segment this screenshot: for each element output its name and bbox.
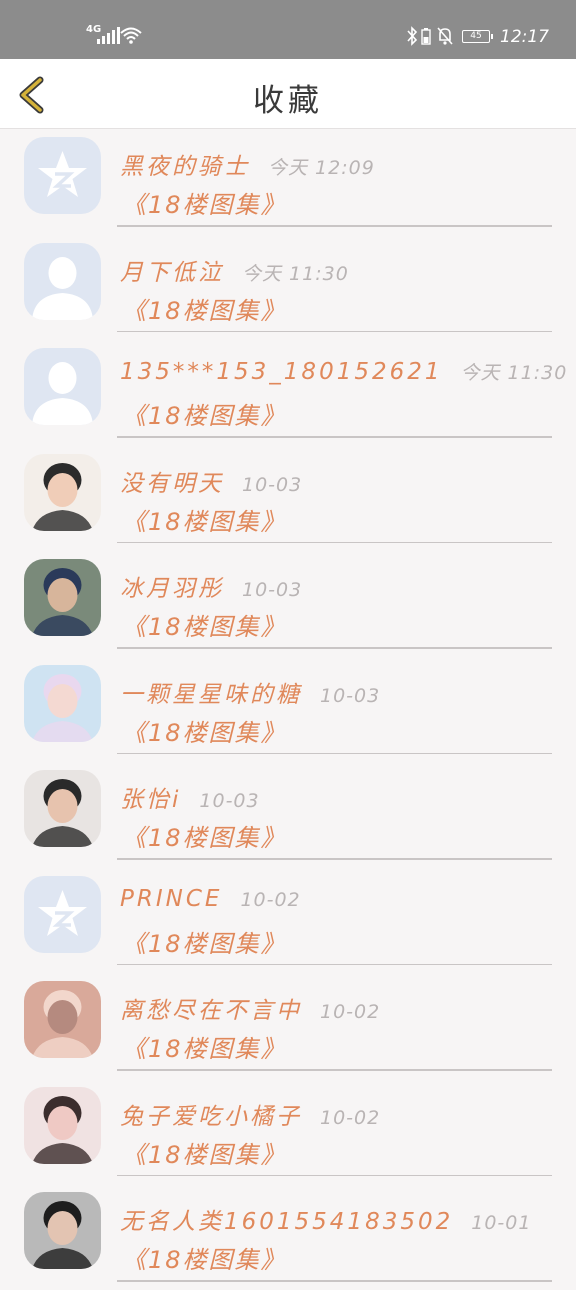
post-time: 10-03	[242, 579, 303, 601]
signal-icon	[97, 27, 120, 44]
user-name-text: PRINCE	[120, 885, 223, 912]
divider	[117, 330, 552, 332]
user-name: 冰月羽彤 10-03	[120, 569, 302, 603]
user-name: 月下低泣 今天 11:30	[120, 253, 349, 287]
source-album: 《18楼图集》	[122, 296, 287, 325]
source-album: 《18楼图集》	[122, 191, 287, 219]
user-name: 黑夜的骑士 今天 12:09	[120, 147, 375, 181]
source-album: 《18楼图集》	[122, 824, 287, 852]
divider	[117, 1280, 552, 1282]
user-name-text: 兔子爱吃小橘子	[120, 1103, 302, 1130]
page-title: 收藏	[253, 83, 323, 119]
avatar[interactable]	[24, 664, 101, 742]
post-time: 10-02	[320, 1106, 381, 1129]
status-time: 12:17	[500, 27, 549, 47]
vibrate-battery-icon	[421, 28, 431, 45]
user-name: 离愁尽在不言中 10-02	[120, 991, 380, 1025]
status-bar: 4G 45 12:17	[0, 0, 576, 59]
user-name-text: 一颗星星味的糖	[120, 681, 302, 708]
source-album: 《18楼图集》	[122, 507, 287, 536]
user-name-text: 张怡i	[120, 787, 182, 813]
top-bar: 收藏	[0, 59, 576, 129]
favorite-item[interactable]: 冰月羽彤 10-03 《18楼图集》	[0, 551, 576, 657]
divider	[117, 436, 552, 438]
post-time: 10-03	[199, 790, 260, 812]
user-name-text: 离愁尽在不言中	[120, 998, 302, 1024]
user-name: 兔子爱吃小橘子 10-02	[120, 1097, 380, 1131]
favorite-item[interactable]: 兔子爱吃小橘子 10-02 《18楼图集》	[0, 1079, 576, 1185]
divider	[117, 647, 552, 649]
source-album: 《18楼图集》	[122, 929, 287, 958]
favorites-list: 黑夜的骑士 今天 12:09 《18楼图集》 月下低泣 今天 11:30 《18楼图集》 1…	[0, 129, 576, 1290]
divider	[117, 963, 552, 965]
avatar[interactable]	[24, 559, 101, 636]
post-time: 10-01	[471, 1212, 532, 1234]
favorite-item[interactable]: 月下低泣 今天 11:30 《18楼图集》	[0, 235, 576, 341]
source-album: 《18楼图集》	[122, 613, 287, 641]
favorite-item[interactable]: PRINCE 10-02 《18楼图集》	[0, 868, 576, 974]
default-person-icon[interactable]	[24, 348, 101, 425]
avatar[interactable]	[24, 453, 101, 531]
user-name: 135***153_180152621 今天 11:30	[120, 358, 567, 385]
user-name: 一颗星星味的糖 10-03	[120, 675, 380, 709]
source-album: 《18楼图集》	[122, 1035, 287, 1063]
default-person-icon[interactable]	[24, 242, 101, 320]
user-name: 张怡i 10-03	[120, 780, 260, 814]
qzone-star-icon[interactable]	[24, 137, 101, 214]
post-time: 今天 12:09	[268, 157, 375, 179]
user-name-text: 冰月羽彤	[120, 576, 224, 602]
avatar[interactable]	[24, 1192, 101, 1269]
divider	[117, 858, 552, 860]
favorite-item[interactable]: 黑夜的骑士 今天 12:09 《18楼图集》	[0, 129, 576, 235]
user-name-text: 无名人类1601554183502	[120, 1209, 454, 1235]
user-name-text: 135***153_180152621	[120, 359, 443, 385]
post-time: 10-03	[242, 473, 303, 496]
post-time: 10-02	[320, 1001, 381, 1023]
avatar[interactable]	[24, 770, 101, 847]
divider	[117, 225, 552, 227]
user-name-text: 没有明天	[120, 470, 224, 497]
user-name: 没有明天 10-03	[120, 464, 302, 498]
post-time: 今天 11:30	[460, 362, 568, 384]
wifi-icon	[120, 27, 142, 44]
qzone-star-icon[interactable]	[24, 875, 101, 953]
favorite-item[interactable]: 无名人类1601554183502 10-01 《18楼图集》	[0, 1184, 576, 1290]
source-album: 《18楼图集》	[122, 1246, 287, 1274]
bluetooth-icon	[407, 26, 418, 46]
avatar[interactable]	[24, 981, 101, 1058]
user-name: 无名人类1601554183502 10-01	[120, 1202, 531, 1236]
post-time: 10-02	[240, 888, 301, 911]
post-time: 10-03	[320, 684, 381, 707]
user-name-text: 月下低泣	[120, 259, 224, 286]
favorite-item[interactable]: 一颗星星味的糖 10-03 《18楼图集》	[0, 657, 576, 763]
favorite-item[interactable]: 135***153_180152621 今天 11:30 《18楼图集》	[0, 340, 576, 446]
battery-icon: 45	[462, 30, 493, 43]
favorite-item[interactable]: 没有明天 10-03 《18楼图集》	[0, 446, 576, 552]
source-album: 《18楼图集》	[122, 402, 287, 430]
divider	[117, 541, 552, 543]
source-album: 《18楼图集》	[122, 718, 287, 747]
divider	[117, 1174, 552, 1176]
favorite-item[interactable]: 离愁尽在不言中 10-02 《18楼图集》	[0, 973, 576, 1079]
mute-bell-icon	[437, 27, 453, 45]
favorite-item[interactable]: 张怡i 10-03 《18楼图集》	[0, 762, 576, 868]
divider	[117, 1069, 552, 1071]
user-name: PRINCE 10-02	[120, 886, 301, 912]
avatar[interactable]	[24, 1086, 101, 1164]
post-time: 今天 11:30	[242, 262, 349, 285]
divider	[117, 752, 552, 754]
source-album: 《18楼图集》	[122, 1140, 287, 1169]
user-name-text: 黑夜的骑士	[120, 154, 250, 180]
